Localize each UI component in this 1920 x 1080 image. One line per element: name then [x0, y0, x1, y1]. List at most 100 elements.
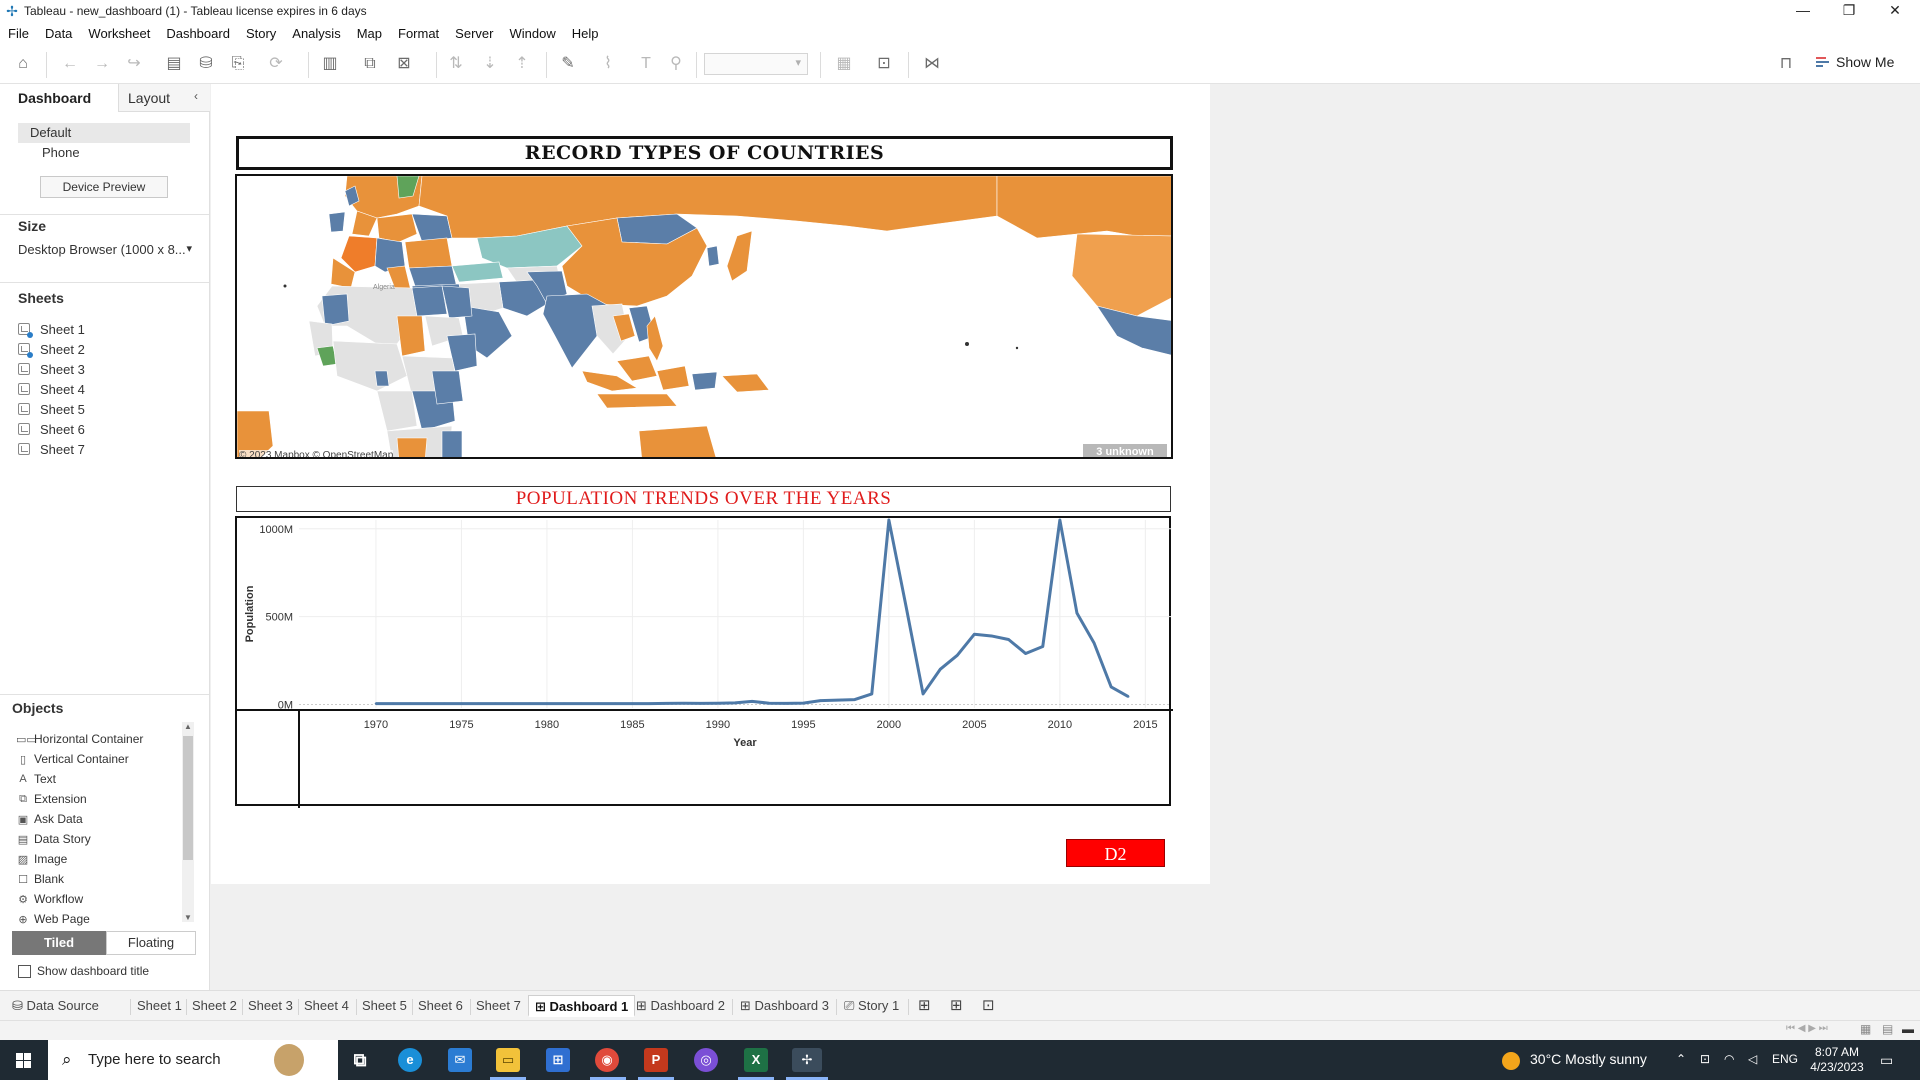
save-icon[interactable]: ▤	[162, 52, 186, 76]
device-phone[interactable]: Phone	[18, 143, 190, 163]
share-icon[interactable]: ⋈	[920, 52, 944, 76]
object-extension[interactable]: ⧉ Extension	[16, 790, 87, 808]
menu-format[interactable]: Format	[398, 26, 439, 41]
new-dashboard-tab-icon[interactable]: ⊞	[944, 995, 969, 1017]
restore-button[interactable]: ❐	[1826, 0, 1872, 22]
menu-dashboard[interactable]: Dashboard	[166, 26, 230, 41]
new-worksheet-icon[interactable]: ▥	[318, 52, 342, 76]
highlight-icon[interactable]: ✎	[556, 52, 580, 76]
sheet-list-item[interactable]: Sheet 3	[18, 360, 85, 378]
object-vertical-container[interactable]: ▯ Vertical Container	[16, 750, 129, 768]
view-grid-icon[interactable]: ▦	[1860, 1022, 1871, 1036]
menu-analysis[interactable]: Analysis	[292, 26, 340, 41]
tab-sheet-2[interactable]: Sheet 2	[186, 995, 243, 1017]
tableau-taskbar-icon[interactable]: ✢	[792, 1048, 822, 1072]
menu-help[interactable]: Help	[572, 26, 599, 41]
notifications-icon[interactable]: ▭	[1880, 1052, 1893, 1069]
menu-data[interactable]: Data	[45, 26, 72, 41]
windows-start-icon[interactable]	[0, 1040, 48, 1080]
menu-file[interactable]: File	[8, 26, 29, 41]
weather-text[interactable]: 30°C Mostly sunny	[1530, 1051, 1647, 1067]
floating-toggle[interactable]: Floating	[106, 931, 196, 955]
object-ask-data[interactable]: ▣ Ask Data	[16, 810, 83, 828]
object-image[interactable]: ▨ Image	[16, 850, 68, 868]
clock[interactable]: 8:07 AM 4/23/2023	[1808, 1045, 1866, 1075]
tab-sheet-5[interactable]: Sheet 5	[356, 995, 413, 1017]
mail-icon[interactable]: ✉	[448, 1048, 472, 1072]
edge-icon[interactable]: e	[398, 1048, 422, 1072]
replay-icon[interactable]: ↪	[122, 52, 146, 76]
tab-data-source[interactable]: ⛁ Data Source	[6, 995, 105, 1017]
close-button[interactable]: ✕	[1872, 0, 1918, 22]
show-me-icon[interactable]	[1816, 56, 1830, 70]
unknown-indicator[interactable]: 3 unknown	[1083, 444, 1167, 457]
tab-sheet-3[interactable]: Sheet 3	[242, 995, 299, 1017]
taskbar-search[interactable]: ⌕ Type here to search	[48, 1040, 338, 1080]
fit-dropdown[interactable]	[704, 53, 808, 75]
scroll-up-icon[interactable]: ▲	[182, 722, 194, 731]
collapse-panel-icon[interactable]: ‹	[194, 89, 198, 103]
redo-icon[interactable]: →	[90, 52, 114, 76]
powerpoint-icon[interactable]: P	[644, 1048, 668, 1072]
scroll-down-icon[interactable]: ▼	[182, 913, 194, 922]
sheet-list-item[interactable]: Sheet 6	[18, 420, 85, 438]
view-list-icon[interactable]: ▤	[1882, 1022, 1893, 1036]
menu-server[interactable]: Server	[455, 26, 493, 41]
presentation-mode-icon[interactable]: ⊡	[872, 52, 896, 76]
new-worksheet-tab-icon[interactable]: ⊞	[912, 995, 937, 1017]
object-blank[interactable]: ☐ Blank	[16, 870, 64, 888]
wifi-icon[interactable]: ◠	[1724, 1052, 1734, 1066]
object-web-page[interactable]: ⊕ Web Page	[16, 910, 89, 928]
new-data-source-icon[interactable]: ⛁	[194, 52, 218, 76]
github-icon[interactable]: ◎	[694, 1048, 718, 1072]
sheet-list-item[interactable]: Sheet 5	[18, 400, 85, 418]
sheet-list-item[interactable]: Sheet 2	[18, 340, 85, 358]
fix-axes-icon[interactable]: ⚲	[664, 52, 688, 76]
menu-story[interactable]: Story	[246, 26, 276, 41]
swap-icon[interactable]: ⇅	[444, 52, 468, 76]
show-me-button[interactable]: Show Me	[1836, 54, 1894, 70]
minimize-button[interactable]: —	[1780, 0, 1826, 22]
tab-dashboard-1[interactable]: ⊞ Dashboard 1	[528, 995, 636, 1017]
refresh-icon[interactable]: ⟳	[264, 52, 288, 76]
tab-dashboard[interactable]: Dashboard	[0, 84, 118, 112]
sheet-list-item[interactable]: Sheet 1	[18, 320, 85, 338]
home-icon[interactable]: ⌂	[11, 52, 35, 76]
object-text[interactable]: A Text	[16, 770, 56, 788]
d2-navigation-button[interactable]: D2	[1066, 839, 1165, 867]
tab-sheet-7[interactable]: Sheet 7	[470, 995, 527, 1017]
sheet-list-item[interactable]: Sheet 7	[18, 440, 85, 458]
menu-worksheet[interactable]: Worksheet	[88, 26, 150, 41]
pause-updates-icon[interactable]: ⎘	[226, 52, 250, 76]
tab-sheet-4[interactable]: Sheet 4	[298, 995, 355, 1017]
undo-icon[interactable]: ←	[58, 52, 82, 76]
sheet-list-item[interactable]: Sheet 4	[18, 380, 85, 398]
sort-descending-icon[interactable]: ⇡	[510, 52, 534, 76]
show-cards-icon[interactable]: ▦	[832, 52, 856, 76]
store-icon[interactable]: ⊞	[546, 1048, 570, 1072]
tab-dashboard-3[interactable]: ⊞ Dashboard 3	[734, 995, 835, 1017]
language-indicator[interactable]: ENG	[1772, 1052, 1798, 1066]
tab-dashboard-2[interactable]: ⊞ Dashboard 2	[630, 995, 731, 1017]
tray-app-icon[interactable]: ⊡	[1700, 1052, 1710, 1066]
tab-sheet-6[interactable]: Sheet 6	[412, 995, 469, 1017]
device-preview-button[interactable]: Device Preview	[40, 176, 168, 198]
world-map[interactable]: Algeria © 2023 Mapbox © OpenStreetMap 3 …	[235, 174, 1173, 459]
show-dashboard-title-checkbox[interactable]: Show dashboard title	[18, 964, 149, 978]
scroll-thumb[interactable]	[183, 736, 193, 860]
tab-sheet-1[interactable]: Sheet 1	[131, 995, 188, 1017]
tiled-toggle[interactable]: Tiled	[12, 931, 106, 955]
objects-scrollbar[interactable]: ▲ ▼	[182, 722, 194, 922]
sort-ascending-icon[interactable]: ⇣	[478, 52, 502, 76]
file-explorer-icon[interactable]: ▭	[496, 1048, 520, 1072]
tab-nav-icons[interactable]: ⏮ ◀ ▶ ⏭	[1786, 1023, 1828, 1034]
new-story-tab-icon[interactable]: ⊡	[976, 995, 1001, 1017]
checkbox[interactable]	[18, 964, 31, 978]
size-dropdown[interactable]: Desktop Browser (1000 x 8...	[18, 242, 194, 260]
object-workflow[interactable]: ⚙ Workflow	[16, 890, 83, 908]
volume-icon[interactable]: ◁	[1748, 1052, 1757, 1066]
pin-icon[interactable]: ⊓	[1774, 52, 1798, 76]
population-line-chart[interactable]: 1970 1975 1980 1985 1990 1995 2000 2005 2010 2015…	[235, 516, 1173, 808]
tray-chevron-icon[interactable]: ⌃	[1676, 1052, 1686, 1066]
object-data-story[interactable]: ▤ Data Story	[16, 830, 91, 848]
